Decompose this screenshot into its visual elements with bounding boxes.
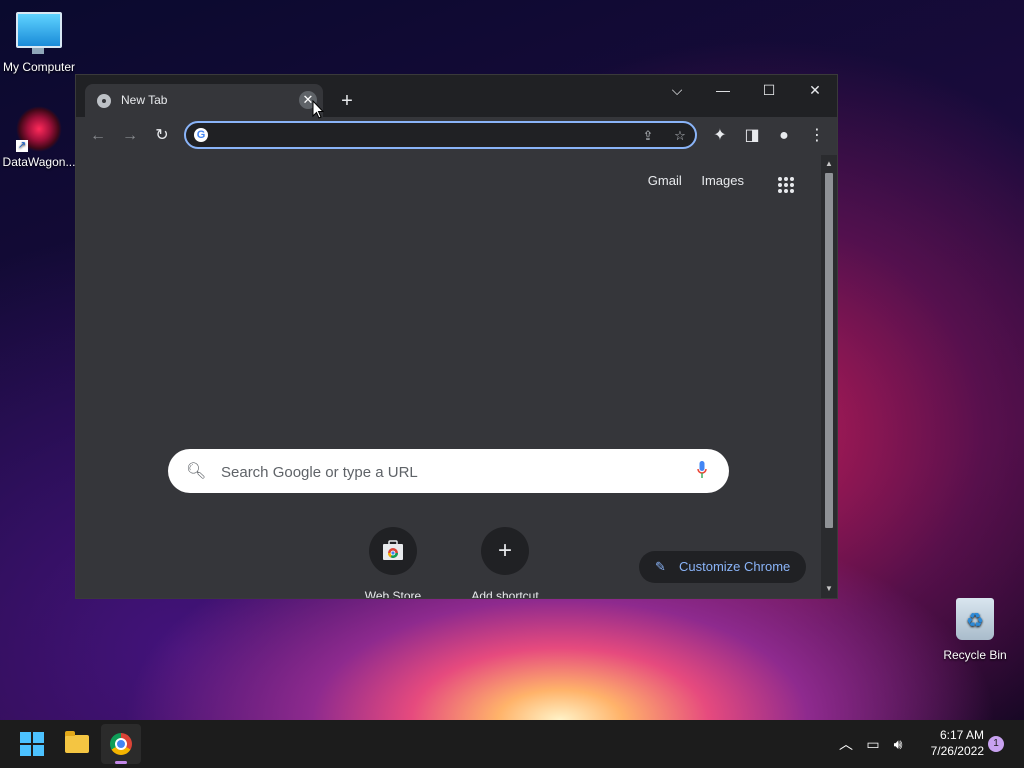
chrome-taskbar-button[interactable] xyxy=(101,724,141,764)
datawagon-icon: ↗ xyxy=(16,106,62,152)
system-clock[interactable]: 6:17 AM 7/26/2022 xyxy=(912,727,984,759)
start-button[interactable] xyxy=(12,724,52,764)
mouse-cursor-icon xyxy=(312,100,324,119)
scrollbar-thumb[interactable] xyxy=(825,173,833,528)
share-icon[interactable]: ⇪ xyxy=(638,126,658,146)
scroll-down-arrow-icon[interactable]: ▼ xyxy=(821,582,837,596)
active-indicator xyxy=(115,761,127,764)
shortcut-arrow-icon: ↗ xyxy=(16,140,28,152)
shortcut-label: Add shortcut xyxy=(471,589,539,598)
desktop-icon-recycle-bin[interactable]: ♻ Recycle Bin xyxy=(937,598,1013,662)
bookmark-star-icon[interactable]: ☆ xyxy=(670,126,690,146)
ntp-search-input[interactable] xyxy=(219,460,663,484)
notification-badge[interactable]: 1 xyxy=(988,736,1004,752)
clock-time: 6:17 AM xyxy=(939,728,984,742)
chrome-icon xyxy=(110,733,132,755)
side-panel-icon[interactable]: ◨ xyxy=(738,122,766,150)
images-link[interactable]: Images xyxy=(701,173,744,188)
desktop-icon-label: Recycle Bin xyxy=(943,648,1007,662)
forward-button[interactable]: → xyxy=(116,122,144,150)
page-scrollbar[interactable]: ▲ ▼ xyxy=(821,155,837,598)
recycle-bin-icon: ♻ xyxy=(956,598,994,640)
voice-search-mic-icon[interactable] xyxy=(697,461,707,479)
customize-chrome-button[interactable]: ✎ Customize Chrome xyxy=(639,551,806,583)
shortcut-add[interactable]: + Add shortcut xyxy=(449,527,561,598)
webstore-icon xyxy=(369,527,417,575)
ntp-search-box[interactable]: 🔍︎ xyxy=(168,449,729,493)
shortcut-web-store[interactable]: Web Store xyxy=(337,527,449,598)
pencil-icon: ✎ xyxy=(655,559,666,574)
profile-avatar-icon[interactable]: ● xyxy=(770,122,798,150)
google-g-icon: G xyxy=(194,128,208,142)
browser-toolbar: ← → ↻ G ⇪ ☆ ✦ ◨ ● ⋮ xyxy=(76,117,837,155)
show-hidden-icons-chevron-icon[interactable]: ︿ xyxy=(836,720,856,768)
volume-icon[interactable]: 🔊︎ xyxy=(888,720,908,768)
folder-icon xyxy=(65,731,89,753)
address-bar[interactable]: G ⇪ ☆ xyxy=(184,121,697,149)
tab-new-tab[interactable]: New Tab ✕ xyxy=(85,84,323,117)
desktop-icon-label: DataWagon... xyxy=(2,155,76,169)
maximize-button[interactable]: ☐ xyxy=(746,75,792,105)
new-tab-page: Gmail Images 🔍︎ Search Google or type a … xyxy=(76,155,821,598)
close-window-button[interactable]: ✕ xyxy=(792,75,838,105)
desktop-icon-label: My Computer xyxy=(2,60,76,74)
desktop-icon-datawagon[interactable]: ↗ DataWagon... xyxy=(1,106,77,169)
customize-label: Customize Chrome xyxy=(679,559,791,574)
file-explorer-button[interactable] xyxy=(57,724,97,764)
monitor-icon xyxy=(16,12,62,54)
address-input[interactable] xyxy=(216,126,620,146)
search-icon: 🔍︎ xyxy=(186,463,207,480)
chrome-favicon-icon xyxy=(97,94,111,108)
shortcut-label: Web Store xyxy=(364,589,422,598)
back-button[interactable]: ← xyxy=(84,122,112,150)
taskbar: ︿ ▭ 🔊︎ 6:17 AM 7/26/2022 1 xyxy=(0,720,1024,768)
google-apps-icon[interactable] xyxy=(778,177,794,193)
clock-date: 7/26/2022 xyxy=(930,744,984,758)
tab-strip: New Tab ✕ + ⌵ — ☐ ✕ xyxy=(76,75,837,117)
tab-title: New Tab xyxy=(121,93,168,107)
scroll-up-arrow-icon[interactable]: ▲ xyxy=(821,157,837,171)
extensions-puzzle-icon[interactable]: ✦ xyxy=(706,122,734,150)
gmail-link[interactable]: Gmail xyxy=(648,173,682,188)
tab-search-dropdown-icon[interactable]: ⌵ xyxy=(654,75,700,105)
reload-button[interactable]: ↻ xyxy=(148,122,176,150)
chrome-menu-icon[interactable]: ⋮ xyxy=(803,122,831,150)
minimize-button[interactable]: — xyxy=(700,75,746,105)
network-icon[interactable]: ▭ xyxy=(862,720,884,768)
chrome-window: New Tab ✕ + ⌵ — ☐ ✕ ← → ↻ G ⇪ ☆ ✦ ◨ ● ⋮ … xyxy=(75,74,838,599)
new-tab-button[interactable]: + xyxy=(334,88,360,114)
plus-icon: + xyxy=(481,527,529,575)
desktop-icon-my-computer[interactable]: My Computer xyxy=(1,12,77,74)
top-links: Gmail Images xyxy=(632,173,744,188)
